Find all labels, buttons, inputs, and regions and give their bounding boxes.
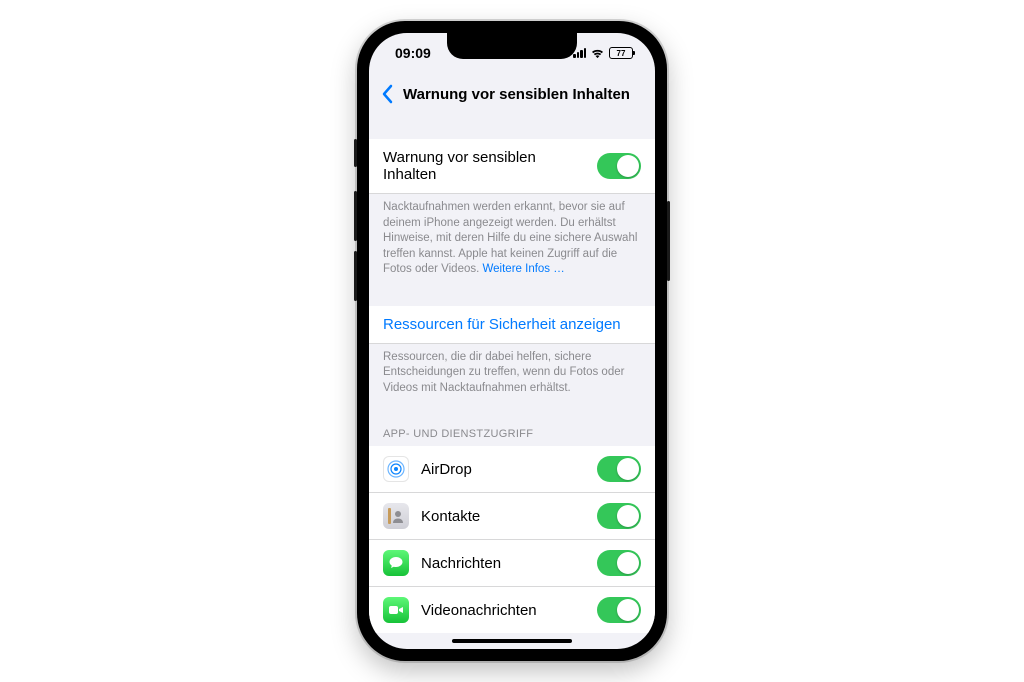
main-toggle[interactable] xyxy=(597,153,641,179)
video-messages-toggle[interactable] xyxy=(597,597,641,623)
video-messages-row: Videonachrichten xyxy=(369,587,655,633)
resources-row[interactable]: Ressourcen für Sicherheit anzeigen xyxy=(369,306,655,344)
battery-icon: 77 xyxy=(609,47,633,59)
home-indicator[interactable] xyxy=(452,639,572,643)
back-button[interactable] xyxy=(379,82,397,106)
messages-icon xyxy=(383,550,409,576)
contacts-row: Kontakte xyxy=(369,493,655,540)
power-button xyxy=(667,201,670,281)
volume-down-button xyxy=(354,251,357,301)
contacts-toggle[interactable] xyxy=(597,503,641,529)
main-toggle-row: Warnung vor sensiblen Inhalten xyxy=(369,139,655,194)
phone-frame: 09:09 77 Warnung vor sensiblen Inha xyxy=(357,21,667,661)
airdrop-label: AirDrop xyxy=(421,461,585,478)
page-title: Warnung vor sensiblen Inhalten xyxy=(403,86,630,103)
messages-label: Nachrichten xyxy=(421,555,585,572)
contacts-label: Kontakte xyxy=(421,508,585,525)
wifi-icon xyxy=(590,48,605,59)
section1-footer: Nacktaufnahmen werden erkannt, bevor sie… xyxy=(369,194,655,282)
chevron-left-icon xyxy=(382,84,394,104)
nav-header: Warnung vor sensiblen Inhalten xyxy=(369,73,655,115)
more-info-link[interactable]: Weitere Infos … xyxy=(483,263,565,275)
airdrop-icon xyxy=(383,456,409,482)
section3-header: App- und Dienstzugriff xyxy=(369,424,655,446)
screen: 09:09 77 Warnung vor sensiblen Inha xyxy=(369,33,655,649)
status-time: 09:09 xyxy=(395,45,431,61)
main-toggle-label: Warnung vor sensiblen Inhalten xyxy=(383,149,585,183)
contacts-icon xyxy=(383,503,409,529)
volume-up-button xyxy=(354,191,357,241)
video-messages-label: Videonachrichten xyxy=(421,602,585,619)
resources-link-label: Ressourcen für Sicherheit anzeigen xyxy=(383,316,641,333)
messages-row: Nachrichten xyxy=(369,540,655,587)
facetime-icon xyxy=(383,597,409,623)
notch xyxy=(447,33,577,59)
silent-switch xyxy=(354,139,357,167)
section2-footer: Ressourcen, die dir dabei helfen, sicher… xyxy=(369,344,655,401)
airdrop-row: AirDrop xyxy=(369,446,655,493)
settings-content[interactable]: Warnung vor sensiblen Inhalten Nacktaufn… xyxy=(369,115,655,649)
airdrop-toggle[interactable] xyxy=(597,456,641,482)
battery-level: 77 xyxy=(617,49,626,58)
messages-toggle[interactable] xyxy=(597,550,641,576)
